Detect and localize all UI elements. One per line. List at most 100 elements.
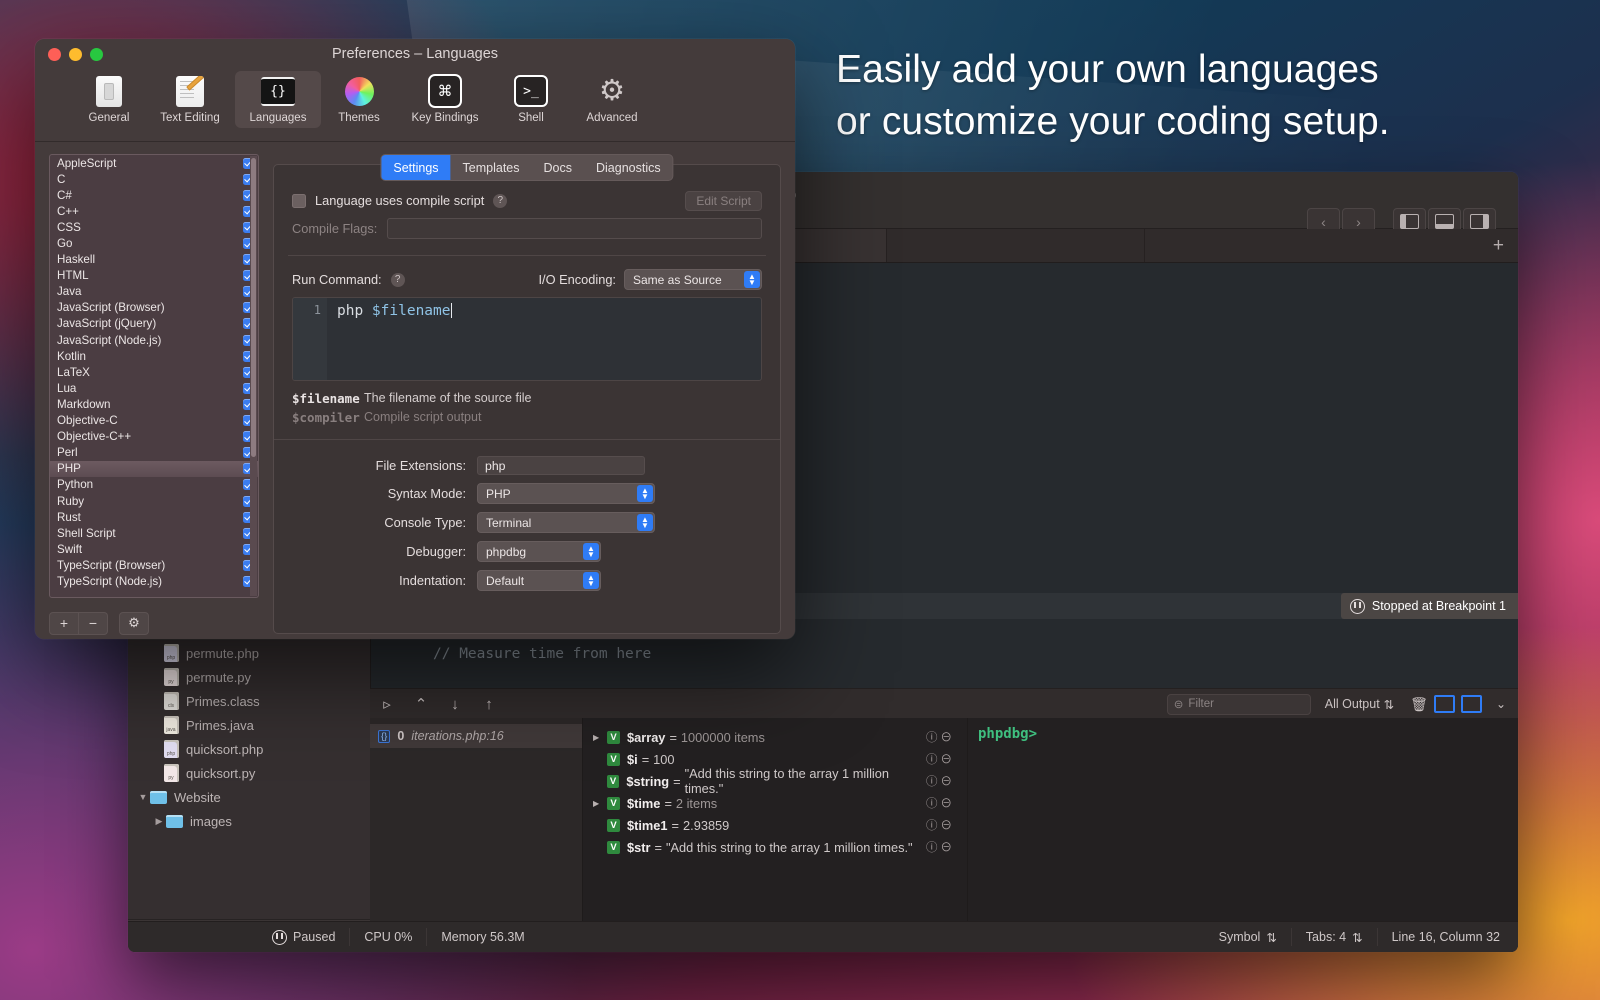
preferences-window[interactable]: Preferences – Languages General Text Edi… [35,39,795,639]
list-item[interactable]: permute.py [128,665,370,689]
list-item[interactable]: Lua [50,380,258,396]
list-item[interactable]: Kotlin [50,348,258,364]
editor-tab-empty[interactable] [887,229,1145,262]
table-row[interactable]: ▶ V $array = 1000000 items ⓘ⊖ [583,726,967,748]
table-row[interactable]: V $string = "Add this string to the arra… [583,770,967,792]
list-item-selected[interactable]: PHP [50,461,258,477]
list-item[interactable]: ▼ Website [128,785,370,809]
indentation-select[interactable]: Default ▲▼ [477,570,601,591]
help-icon[interactable]: ? [493,194,507,208]
compile-flags-input[interactable] [387,218,762,239]
io-encoding-select[interactable]: Same as Source ▲▼ [624,269,762,290]
call-stack-pane[interactable]: {} 0 iterations.php:16 [370,718,583,922]
list-item[interactable]: permute.php [128,641,370,665]
row-action-icons[interactable]: ⓘ⊖ [926,795,955,811]
list-item[interactable]: Primes.java [128,713,370,737]
tab-settings[interactable]: Settings [381,155,450,180]
disclosure-triangle-open-icon[interactable]: ▼ [136,792,150,802]
list-item[interactable]: Ruby [50,493,258,509]
disclosure-triangle-icon[interactable]: ▶ [593,799,607,808]
symbol-selector[interactable]: Symbol ⇅ [1205,928,1292,946]
tab-docs[interactable]: Docs [532,155,584,180]
row-action-icons[interactable]: ⓘ⊖ [926,773,955,789]
tabs-selector[interactable]: Tabs: 4 ⇅ [1292,928,1378,946]
tab-shell[interactable]: >_ Shell [495,71,567,124]
step-out-icon[interactable]: ↑ [472,696,506,713]
list-item[interactable]: JavaScript (Browser) [50,300,258,316]
list-item[interactable]: JavaScript (Node.js) [50,332,258,348]
syntax-mode-select[interactable]: PHP ▲▼ [477,483,655,504]
gear-icon[interactable]: ⚙ [119,612,149,635]
new-tab-button[interactable]: + [1493,236,1504,255]
languages-list[interactable]: AppleScript C C# C++ CSS Go Haskell HTML… [49,154,259,598]
tab-general[interactable]: General [73,71,145,124]
list-item[interactable]: AppleScript [50,155,258,171]
table-row[interactable]: V $time1 = 2.93859 ⓘ⊖ [583,814,967,836]
file-extensions-input[interactable]: php [477,456,645,475]
list-item[interactable]: Rust [50,509,258,525]
table-row[interactable]: V $str = "Add this string to the array 1… [583,836,967,858]
list-item[interactable]: ▶ images [128,809,370,833]
list-item[interactable]: Shell Script [50,525,258,541]
marketing-headline: Easily add your own languages or customi… [836,44,1556,148]
list-item[interactable]: Objective-C [50,413,258,429]
tab-text-editing[interactable]: Text Editing [147,71,233,124]
list-item[interactable]: Python [50,477,258,493]
tab-templates[interactable]: Templates [451,155,532,180]
list-item[interactable]: LaTeX [50,364,258,380]
list-item[interactable]: Go [50,235,258,251]
languages-scrollbar[interactable] [250,156,257,596]
list-item[interactable]: quicksort.php [128,737,370,761]
tab-advanced[interactable]: ⚙ Advanced [569,71,655,124]
file-name: Primes.class [186,694,260,709]
list-item[interactable]: CSS [50,219,258,235]
run-command-text[interactable]: php $filename [327,298,761,380]
add-language-button[interactable]: + [49,612,79,635]
console-type-select[interactable]: Terminal ▲▼ [477,512,655,533]
edit-script-button[interactable]: Edit Script [685,191,762,211]
console-pane[interactable]: phpdbg> [968,718,1518,922]
list-item[interactable]: TypeScript (Browser) [50,557,258,573]
debugger-select[interactable]: phpdbg ▲▼ [477,541,601,562]
compile-script-checkbox[interactable] [292,194,306,208]
row-action-icons[interactable]: ⓘ⊖ [926,839,955,855]
tab-key-bindings[interactable]: ⌘ Key Bindings [397,71,493,124]
row-action-icons[interactable]: ⓘ⊖ [926,729,955,745]
disclosure-triangle-icon[interactable]: ▶ [593,733,607,742]
list-item[interactable]: C++ [50,203,258,219]
row-action-icons[interactable]: ⓘ⊖ [926,817,955,833]
disclosure-triangle-closed-icon[interactable]: ▶ [152,816,166,827]
list-item[interactable]: Swift [50,541,258,557]
step-over-icon[interactable]: ⌃ [404,695,438,713]
list-item[interactable]: Java [50,284,258,300]
remove-language-button[interactable]: − [79,612,108,635]
variables-pane-icon[interactable] [1434,695,1455,713]
output-selector[interactable]: All Output ⇅ [1325,697,1394,712]
debug-filter-input[interactable]: ⊜ Filter [1167,694,1311,715]
list-item[interactable]: TypeScript (Node.js) [50,573,258,589]
list-item[interactable]: quicksort.py [128,761,370,785]
chevron-down-icon[interactable]: ⌄ [1496,697,1506,711]
list-item[interactable]: Objective-C++ [50,429,258,445]
tab-diagnostics[interactable]: Diagnostics [584,155,673,180]
row-action-icons[interactable]: ⓘ⊖ [926,751,955,767]
table-row[interactable]: {} 0 iterations.php:16 [370,724,582,748]
tab-themes[interactable]: Themes [323,71,395,124]
help-icon[interactable]: ? [391,273,405,287]
list-item[interactable]: Primes.class [128,689,370,713]
list-item[interactable]: C [50,171,258,187]
variable-name: $time1 [627,818,668,833]
variables-pane[interactable]: ▶ V $array = 1000000 items ⓘ⊖ V $i = 100… [583,718,968,922]
list-item[interactable]: Markdown [50,396,258,412]
list-item[interactable]: Haskell [50,252,258,268]
list-item[interactable]: HTML [50,268,258,284]
continue-icon[interactable]: ▹ [370,695,404,713]
trash-icon[interactable]: 🗑 [1410,696,1428,713]
tab-languages[interactable]: {} Languages [235,71,321,128]
list-item[interactable]: C# [50,187,258,203]
step-into-icon[interactable]: ↓ [438,696,472,713]
list-item[interactable]: Perl [50,445,258,461]
console-pane-icon[interactable] [1461,695,1482,713]
run-command-editor[interactable]: 1 php $filename [292,297,762,381]
list-item[interactable]: JavaScript (jQuery) [50,316,258,332]
